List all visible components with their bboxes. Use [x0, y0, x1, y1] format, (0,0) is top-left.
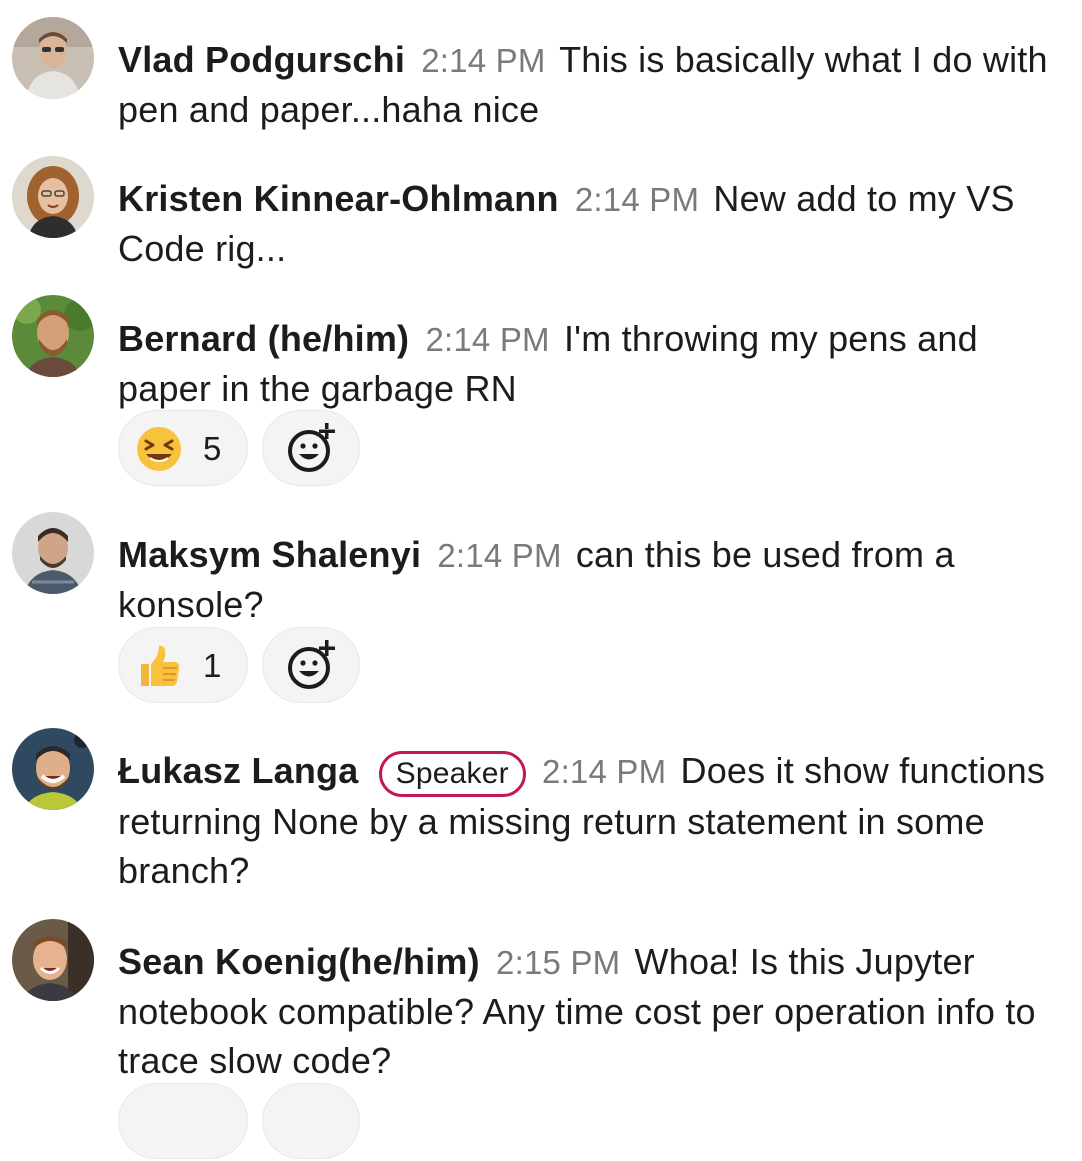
reaction-count: 1 [203, 647, 222, 684]
author-name[interactable]: Vlad Podgurschi [118, 39, 405, 80]
add-emoji-icon [288, 423, 335, 472]
message-timestamp[interactable]: 2:14 PM [421, 42, 545, 79]
add-emoji-icon [288, 640, 335, 689]
avatar[interactable] [12, 295, 94, 377]
thumbs-up-icon [141, 645, 180, 686]
author-name[interactable]: Bernard (he/him) [118, 318, 409, 359]
message-timestamp[interactable]: 2:14 PM [425, 321, 549, 358]
avatar[interactable] [12, 156, 94, 238]
avatar[interactable] [12, 17, 94, 99]
author-name[interactable]: Kristen Kinnear-Ohlmann [118, 178, 559, 219]
avatar[interactable] [12, 728, 94, 810]
avatar[interactable] [12, 512, 94, 594]
message-timestamp[interactable]: 2:15 PM [496, 944, 620, 981]
message-timestamp[interactable]: 2:14 PM [437, 537, 561, 574]
reaction-pill[interactable]: 1 [118, 627, 248, 703]
message-timestamp[interactable]: 2:14 PM [542, 753, 666, 790]
author-name[interactable]: Maksym Shalenyi [118, 534, 421, 575]
author-name[interactable]: Łukasz Langa [118, 750, 358, 791]
add-reaction-button[interactable] [262, 410, 360, 486]
message-timestamp[interactable]: 2:14 PM [575, 181, 699, 218]
reaction-count: 5 [203, 430, 222, 467]
add-reaction-button[interactable] [262, 627, 360, 703]
reaction-pill[interactable] [118, 1083, 248, 1159]
reaction-pill[interactable]: 5 [118, 410, 248, 486]
add-reaction-button[interactable] [262, 1083, 360, 1159]
speaker-badge: Speaker [378, 751, 526, 797]
laughing-face-icon [137, 427, 181, 471]
author-name[interactable]: Sean Koenig(he/him) [118, 941, 480, 982]
avatar[interactable] [12, 919, 94, 1001]
